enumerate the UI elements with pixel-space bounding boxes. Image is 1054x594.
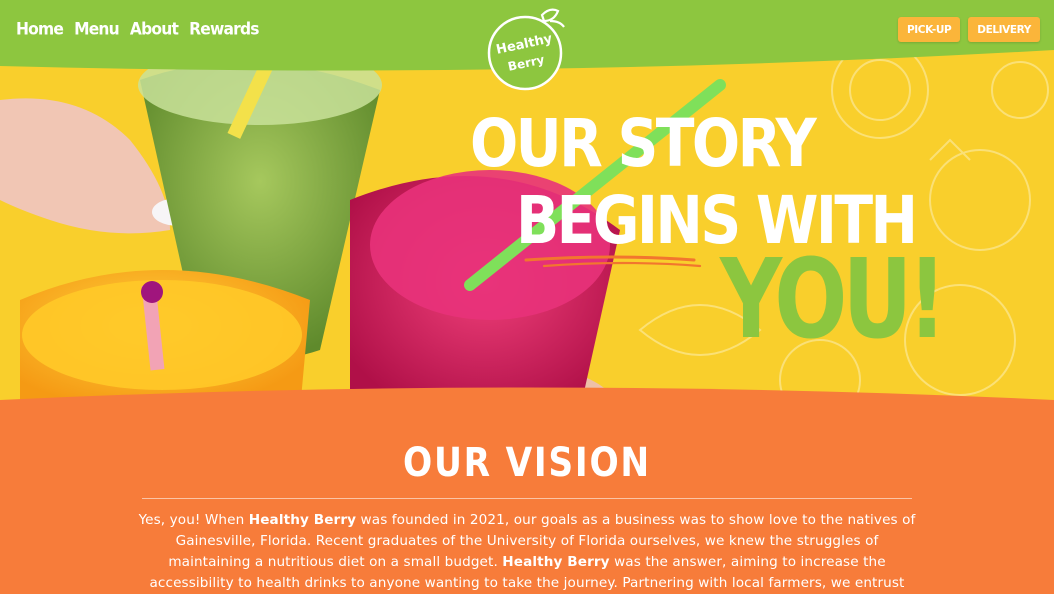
healthy-berry-logo[interactable]: Healthy Berry <box>484 5 574 95</box>
main-menu: Home Menu About Rewards <box>16 19 259 38</box>
top-navigation: Home Menu About Rewards Healthy Berry PI… <box>0 0 1054 91</box>
vision-title: OUR VISION <box>403 440 651 486</box>
brand-name: Healthy Berry <box>502 554 610 570</box>
nav-rewards[interactable]: Rewards <box>189 19 259 38</box>
nav-about[interactable]: About <box>130 19 179 38</box>
delivery-button[interactable]: DELIVERY <box>968 17 1040 42</box>
vision-divider <box>142 498 912 499</box>
nav-menu[interactable]: Menu <box>74 19 120 38</box>
pickup-button[interactable]: PICK-UP <box>897 17 961 42</box>
nav-home[interactable]: Home <box>16 19 64 38</box>
vision-section: OUR VISION Yes, you! When Healthy Berry … <box>0 410 1054 594</box>
hero-banner: Home Menu About Rewards Healthy Berry PI… <box>0 0 1054 410</box>
brand-name: Healthy Berry <box>248 512 357 528</box>
order-buttons: PICK-UP DELIVERY <box>897 17 1040 42</box>
vision-paragraph: Yes, you! When Healthy Berry was founded… <box>138 512 916 591</box>
